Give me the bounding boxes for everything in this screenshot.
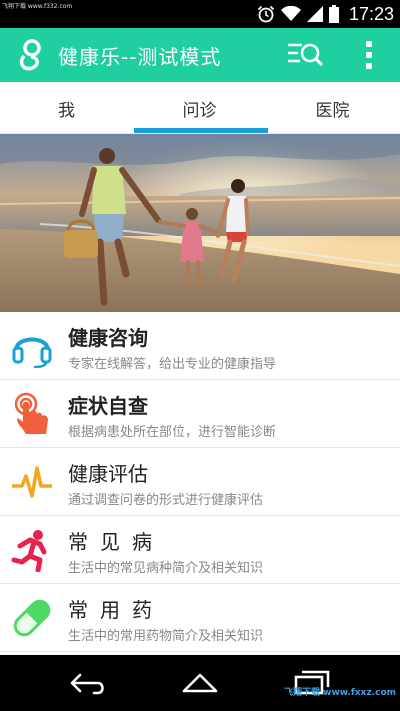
status-time: 17:23 (348, 3, 394, 24)
touch-hand-icon (14, 392, 48, 434)
list-item-subtitle: 通过调查问卷的形式进行健康评估 (68, 493, 264, 508)
signal-icon (306, 6, 323, 22)
list-item-common-diseases[interactable]: 常见病 生活中的常见病种简介及相关知识 (0, 516, 400, 584)
list-item-subtitle: 根据病患处所在部位，进行智能诊断 (68, 425, 277, 440)
nav-watermark: 飞翔下载 www.fxxz.com (284, 688, 396, 698)
tab-me[interactable]: 我 (0, 82, 133, 134)
app-bar: 健康乐--测试模式 (0, 28, 400, 82)
status-icons: 17:23 (257, 4, 394, 24)
system-nav-bar: 飞翔下载 www.fxxz.com (0, 655, 400, 711)
list-item-title: 健康咨询 (68, 326, 148, 350)
tab-selected-indicator (134, 128, 268, 133)
battery-icon (328, 5, 339, 23)
home-icon[interactable] (180, 669, 220, 697)
list-item-title: 常用药 (68, 598, 164, 622)
list-item-title: 常见病 (68, 530, 164, 554)
tab-hospital[interactable]: 医院 (266, 82, 399, 134)
tab-bar: 我 问诊 医院 (0, 82, 400, 134)
list-item-title: 健康评估 (68, 462, 148, 486)
back-icon[interactable] (68, 669, 108, 697)
heartbeat-icon (12, 466, 52, 498)
tab-consultation[interactable]: 问诊 (133, 82, 266, 134)
list-item-subtitle: 生活中的常见病种简介及相关知识 (68, 561, 264, 576)
feature-list: 健康咨询 专家在线解答，给出专业的健康指导 症状自查 根据病患处所在部位，进行智… (0, 312, 400, 652)
running-person-icon (11, 530, 47, 572)
beach-family-illustration (0, 134, 400, 312)
headset-icon (12, 337, 52, 368)
list-item-title: 症状自查 (68, 394, 148, 418)
list-item-health-consultation[interactable]: 健康咨询 专家在线解答，给出专业的健康指导 (0, 312, 400, 380)
app-title: 健康乐--测试模式 (58, 45, 222, 69)
list-item-subtitle: 生活中的常用药物简介及相关知识 (68, 629, 264, 644)
list-item-health-assessment[interactable]: 健康评估 通过调查问卷的形式进行健康评估 (0, 448, 400, 516)
list-item-symptom-check[interactable]: 症状自查 根据病患处所在部位，进行智能诊断 (0, 380, 400, 448)
app-logo-icon[interactable] (14, 37, 50, 73)
alarm-icon (257, 5, 275, 23)
status-watermark: 飞翔下载 www.f332.com (2, 3, 73, 10)
wifi-icon (280, 6, 301, 21)
overflow-menu-icon[interactable] (358, 39, 380, 71)
list-item-subtitle: 专家在线解答，给出专业的健康指导 (68, 357, 277, 372)
pill-icon (13, 599, 51, 637)
status-bar: 飞翔下载 www.f332.com 17:23 (0, 0, 400, 28)
search-menu-icon[interactable] (286, 39, 324, 71)
list-item-common-drugs[interactable]: 常用药 生活中的常用药物简介及相关知识 (0, 584, 400, 652)
banner-image[interactable] (0, 134, 400, 312)
